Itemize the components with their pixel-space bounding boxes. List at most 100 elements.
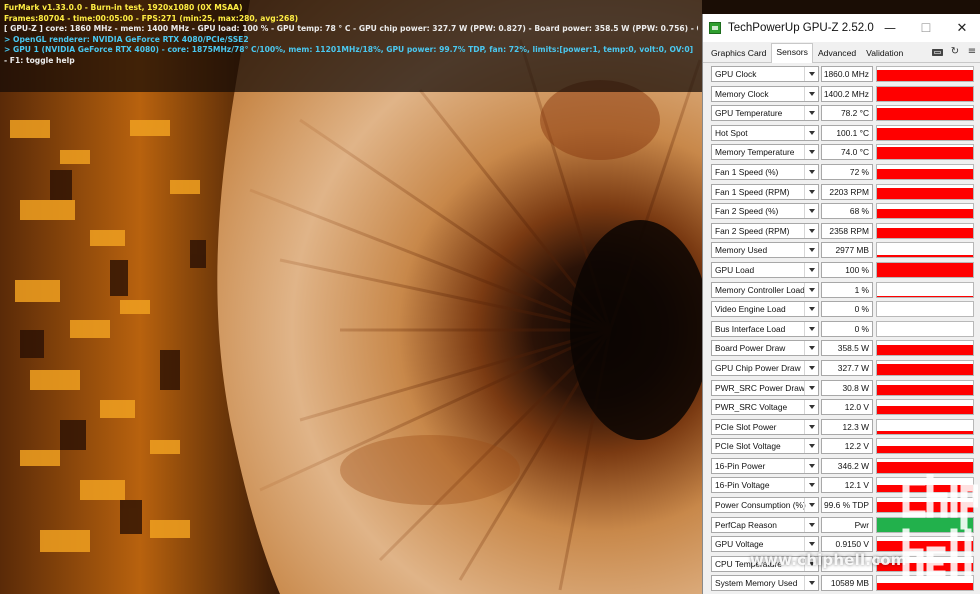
sensor-value: 358.5 W (821, 340, 873, 357)
sensor-row-fan-1-speed-rpm: Fan 1 Speed (RPM) 2203 RPM (703, 182, 980, 202)
sensor-row-gpu-clock: GPU Clock 1860.0 MHz (703, 64, 980, 84)
chevron-down-icon[interactable] (804, 458, 818, 473)
camera-icon[interactable] (932, 45, 944, 58)
chevron-down-icon[interactable] (804, 321, 818, 336)
sensor-label[interactable]: System Memory Used (711, 575, 819, 592)
sensor-value: 2977 MB (821, 242, 873, 259)
sensor-graph-fill (877, 445, 973, 454)
sensor-label[interactable]: Memory Used (711, 242, 819, 259)
chevron-down-icon[interactable] (804, 439, 818, 454)
sensor-label[interactable]: PCIe Slot Voltage (711, 438, 819, 455)
sensor-graph (876, 105, 974, 122)
sensor-value: 2358 RPM (821, 222, 873, 239)
chevron-down-icon[interactable] (804, 302, 818, 317)
chevron-down-icon[interactable] (804, 86, 818, 101)
sensor-graph (876, 183, 974, 200)
sensor-value: 1860.0 MHz (821, 66, 873, 82)
sensor-label[interactable]: GPU Chip Power Draw (711, 359, 819, 376)
sensor-value: 99.6 % TDP (821, 497, 873, 514)
sensor-label[interactable]: Video Engine Load (711, 301, 819, 318)
sensor-label[interactable]: PerfCap Reason (711, 516, 819, 533)
sensor-row-bus-interface-load: Bus Interface Load 0 % (703, 319, 980, 339)
sensor-value: 1400.2 MHz (821, 85, 873, 102)
chevron-down-icon[interactable] (804, 478, 818, 493)
sensor-label[interactable]: GPU Clock (711, 66, 819, 82)
sensor-row-board-power-draw: Board Power Draw 358.5 W (703, 338, 980, 358)
sensor-label[interactable]: Fan 2 Speed (RPM) (711, 222, 819, 239)
chevron-down-icon[interactable] (804, 380, 818, 395)
chiphell-watermark-logo (902, 474, 978, 578)
sensor-graph (876, 457, 974, 474)
chevron-down-icon[interactable] (804, 498, 818, 513)
chevron-down-icon[interactable] (804, 106, 818, 121)
chevron-down-icon[interactable] (804, 576, 818, 591)
sensor-row-gpu-load: GPU Load 100 % (703, 260, 980, 280)
sensor-value: 12.3 W (821, 418, 873, 435)
sensor-label[interactable]: PCIe Slot Power (711, 418, 819, 435)
chevron-down-icon[interactable] (804, 537, 818, 552)
sensor-label[interactable]: Memory Temperature (711, 144, 819, 161)
sensor-label[interactable]: PWR_SRC Power Draw (711, 379, 819, 396)
sensor-label[interactable]: GPU Temperature (711, 105, 819, 122)
osd-title-line: FurMark v1.33.0.0 - Burn-in test, 1920x1… (4, 3, 243, 12)
sensor-label[interactable]: GPU Voltage (711, 536, 819, 553)
sensor-label[interactable]: Fan 1 Speed (%) (711, 163, 819, 180)
tab-graphics-card[interactable]: Graphics Card (706, 44, 771, 62)
sensor-graph-fill (877, 168, 973, 179)
sensor-label[interactable]: Board Power Draw (711, 340, 819, 357)
chevron-down-icon[interactable] (804, 223, 818, 238)
chevron-down-icon[interactable] (804, 164, 818, 179)
sensor-value: 72 % (821, 163, 873, 180)
maximize-button[interactable]: ☐ (908, 14, 944, 42)
sensor-label[interactable]: Hot Spot (711, 124, 819, 141)
sensor-value: 100.1 °C (821, 124, 873, 141)
menu-icon[interactable]: ≡ (966, 45, 978, 58)
chevron-down-icon[interactable] (804, 419, 818, 434)
sensor-label[interactable]: 16-Pin Power (711, 457, 819, 474)
chevron-down-icon[interactable] (804, 125, 818, 140)
sensor-graph (876, 379, 974, 396)
chevron-down-icon[interactable] (804, 145, 818, 160)
sensor-graph-fill (877, 262, 973, 277)
sensor-label[interactable]: Fan 2 Speed (%) (711, 203, 819, 220)
refresh-icon[interactable]: ↻ (949, 45, 961, 58)
sensor-graph-fill (877, 147, 973, 160)
sensor-graph-fill (877, 462, 973, 473)
chevron-down-icon[interactable] (804, 67, 818, 81)
furmark-render-window: FurMark v1.33.0.0 - Burn-in test, 1920x1… (0, 0, 702, 594)
sensor-graph-fill (877, 86, 973, 101)
chevron-down-icon[interactable] (804, 360, 818, 375)
sensor-label[interactable]: Memory Controller Load (711, 281, 819, 298)
chevron-down-icon[interactable] (804, 341, 818, 356)
sensor-row-gpu-temperature: GPU Temperature 78.2 °C (703, 103, 980, 123)
chevron-down-icon[interactable] (804, 204, 818, 219)
sensor-graph (876, 320, 974, 337)
tab-advanced[interactable]: Advanced (813, 44, 861, 62)
sensor-row-hot-spot: Hot Spot 100.1 °C (703, 123, 980, 143)
chevron-down-icon[interactable] (804, 282, 818, 297)
chevron-down-icon[interactable] (804, 400, 818, 415)
gpuz-titlebar[interactable]: TechPowerUp GPU-Z 2.52.0 — ☐ ✕ (703, 14, 980, 42)
sensor-graph-fill (877, 385, 973, 395)
tab-validation[interactable]: Validation (861, 44, 908, 62)
sensor-graph (876, 301, 974, 318)
chevron-down-icon[interactable] (804, 184, 818, 199)
chevron-down-icon[interactable] (804, 262, 818, 277)
sensor-value: 30.8 W (821, 379, 873, 396)
sensor-label[interactable]: Fan 1 Speed (RPM) (711, 183, 819, 200)
sensor-label[interactable]: Bus Interface Load (711, 320, 819, 337)
sensor-graph-fill (877, 188, 973, 199)
close-button[interactable]: ✕ (944, 14, 980, 42)
sensor-label[interactable]: Power Consumption (%) (711, 497, 819, 514)
chevron-down-icon[interactable] (804, 243, 818, 258)
sensor-label[interactable]: Memory Clock (711, 85, 819, 102)
sensor-graph (876, 399, 974, 416)
sensor-label[interactable]: PWR_SRC Voltage (711, 399, 819, 416)
chevron-down-icon[interactable] (804, 517, 818, 532)
minimize-button[interactable]: — (872, 14, 908, 42)
sensor-label[interactable]: GPU Load (711, 261, 819, 278)
sensor-graph (876, 438, 974, 455)
sensor-label[interactable]: 16-Pin Voltage (711, 477, 819, 494)
gpuz-app-icon (709, 22, 721, 34)
tab-sensors[interactable]: Sensors (771, 43, 813, 63)
